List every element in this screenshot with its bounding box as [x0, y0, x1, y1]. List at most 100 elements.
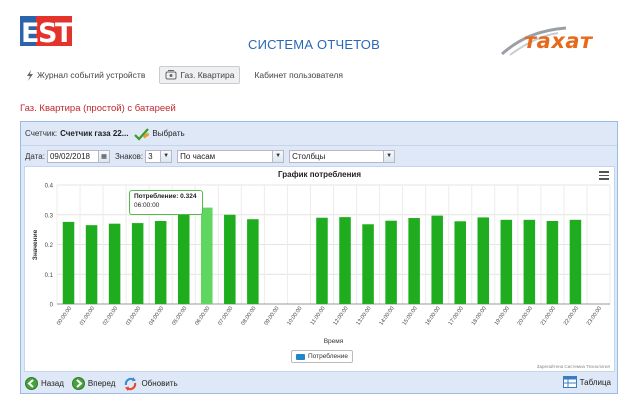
x-tick-label: 14:00:00 — [379, 306, 396, 327]
chart-tooltip: Потребление: 0.324 06:00:00 — [129, 190, 203, 215]
filter-toolbar: Дата: 09/02/2018 ▦ Знаков: 3 ▼ По часам … — [21, 147, 617, 165]
chevron-down-icon[interactable]: ▼ — [273, 149, 285, 163]
bar — [546, 220, 559, 304]
x-tick-label: 17:00:00 — [448, 306, 465, 327]
arrow-left-icon — [25, 377, 38, 390]
bar — [247, 219, 259, 304]
x-tick-label: 07:00:00 — [217, 306, 234, 327]
legend-label: Потребление — [308, 353, 348, 360]
x-tick-label: 06:00:00 — [194, 306, 211, 327]
x-tick-label: 05:00:00 — [171, 306, 188, 327]
bar — [201, 207, 213, 304]
x-tick-label: 11:00:00 — [310, 306, 327, 327]
x-tick-label: 20:00:00 — [517, 306, 534, 327]
bar — [454, 221, 466, 304]
report-panel: Счетчик: Счетчик газа 22... Выбрать Дата… — [20, 121, 618, 394]
main-menu: Журнал событий устройств Газ. Квартира К… — [20, 65, 349, 85]
bar — [339, 217, 351, 304]
bar — [316, 217, 328, 304]
y-tick-label: 0.1 — [45, 273, 54, 279]
bar — [85, 225, 98, 304]
x-tick-label: 04:00:00 — [148, 306, 165, 327]
chevron-down-icon[interactable]: ▼ — [384, 149, 396, 163]
bar — [224, 214, 236, 304]
svg-text:T: T — [55, 18, 72, 48]
chart-plot: 0 0.1 0.2 0.3 0.4 00:00:00 01:00:00 02:00:00 03:… — [32, 184, 611, 345]
bar — [477, 217, 490, 304]
header: E S T СИСТЕМА ОТЧЕТОВ тахат — [0, 0, 621, 62]
x-tick-label: 03:00:00 — [125, 306, 142, 327]
back-label: Назад — [41, 379, 64, 388]
menu-item-device-log[interactable]: Журнал событий устройств — [20, 66, 151, 84]
taxat-logo: тахат — [500, 24, 612, 58]
select-meter-label: Выбрать — [152, 129, 185, 138]
chart-type-select[interactable]: Столбцы — [289, 149, 385, 163]
y-axis-title: Значение — [32, 229, 39, 260]
menu-item-user-cabinet[interactable]: Кабинет пользователя — [248, 66, 349, 84]
meter-toolbar: Счетчик: Счетчик газа 22... Выбрать — [21, 122, 617, 146]
bar — [108, 223, 121, 304]
y-tick-label: 0 — [50, 303, 54, 309]
menu-item-label: Журнал событий устройств — [37, 70, 146, 80]
x-tick-label: 16:00:00 — [425, 306, 442, 327]
x-tick-label: 18:00:00 — [471, 306, 488, 327]
select-meter-button[interactable]: Выбрать — [134, 127, 185, 141]
menu-item-gas-apartment[interactable]: Газ. Квартира — [159, 66, 241, 84]
bar — [154, 220, 167, 304]
y-tick-label: 0.4 — [45, 184, 54, 190]
date-label: Дата: — [25, 151, 45, 161]
x-tick-label: 10:00:00 — [286, 306, 303, 327]
chart-credit: Зарегайтена Системна Технология — [536, 364, 610, 369]
bar — [62, 221, 75, 304]
menu-item-label: Кабинет пользователя — [254, 70, 343, 80]
meter-value: Счетчик газа 22... — [60, 129, 129, 138]
x-axis-title: Время — [324, 338, 344, 345]
x-tick-label: 00:00:00 — [56, 306, 73, 327]
x-tick-label: 01:00:00 — [79, 306, 96, 327]
x-tick-label: 21:00:00 — [540, 306, 557, 327]
lightning-icon — [27, 69, 33, 81]
bar — [408, 218, 420, 304]
table-label: Таблица — [579, 377, 611, 387]
calendar-icon[interactable]: ▦ — [98, 149, 110, 163]
page-title: Газ. Квартира (простой) с батареей — [20, 103, 176, 114]
gas-meter-icon — [165, 70, 177, 80]
x-tick-label: 22:00:00 — [563, 306, 580, 327]
tooltip-time: 06:00:00 — [134, 202, 160, 209]
footer-toolbar: Назад Вперед Обновить Таблица — [21, 373, 617, 394]
table-button[interactable]: Таблица — [562, 376, 611, 388]
x-tick-label: 19:00:00 — [494, 306, 511, 327]
digits-field[interactable]: 3 — [145, 149, 162, 163]
y-tick-label: 0.2 — [45, 243, 54, 249]
bar — [500, 219, 513, 304]
bar — [569, 219, 582, 304]
taxat-logo-text: тахат — [524, 29, 593, 53]
refresh-icon — [125, 376, 137, 391]
system-title: СИСТЕМА ОТЧЕТОВ — [248, 37, 380, 52]
bar — [523, 219, 536, 304]
date-field[interactable]: 09/02/2018 — [46, 149, 99, 163]
x-tick-label: 13:00:00 — [355, 306, 372, 327]
back-button[interactable]: Назад — [25, 377, 64, 390]
forward-label: Вперед — [87, 379, 116, 388]
bar — [131, 223, 144, 304]
digits-label: Знаков: — [114, 151, 144, 161]
refresh-label: Обновить — [141, 379, 178, 388]
chart-legend[interactable]: Потребление — [291, 350, 353, 363]
bar — [362, 224, 374, 304]
tooltip-header: Потребление: 0.324 — [134, 193, 197, 200]
x-tick-label: 08:00:00 — [240, 306, 257, 327]
legend-swatch — [296, 353, 305, 360]
bar — [385, 220, 397, 304]
meter-label: Счетчик: — [25, 129, 58, 138]
checkmark-pen-icon — [134, 127, 150, 141]
est-logo: E S T — [20, 14, 74, 49]
refresh-button[interactable]: Обновить — [123, 376, 178, 391]
consumption-chart: График потребления 0 0.1 0.2 0.3 0.4 00:00:00… — [24, 166, 615, 372]
chevron-down-icon[interactable]: ▼ — [161, 149, 173, 163]
y-tick-label: 0.3 — [45, 213, 54, 219]
svg-text:E: E — [21, 18, 39, 48]
period-select[interactable]: По часам — [177, 149, 274, 163]
x-tick-label: 12:00:00 — [332, 306, 349, 327]
forward-button[interactable]: Вперед — [71, 377, 116, 390]
